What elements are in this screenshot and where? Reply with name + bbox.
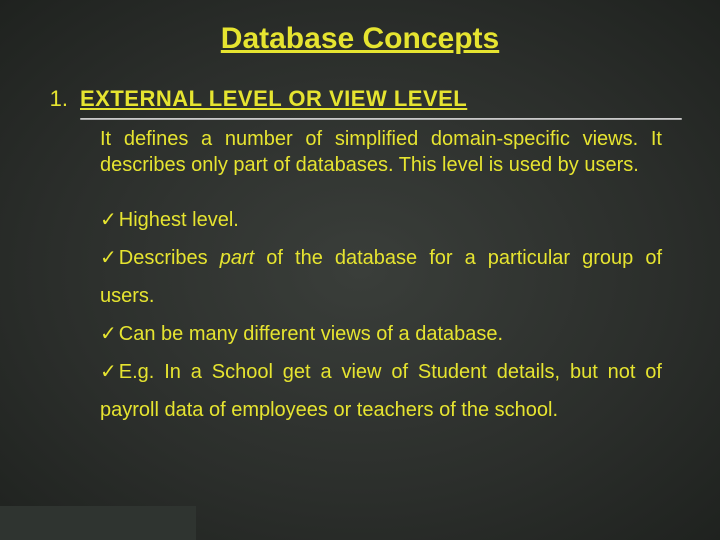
list-item: ✓Highest level. xyxy=(100,201,662,239)
check-icon: ✓ xyxy=(100,315,117,353)
check-icon: ✓ xyxy=(100,239,117,277)
bullet-text: Highest level. xyxy=(119,209,239,231)
heading-row: 1. EXTERNAL LEVEL OR VIEW LEVEL xyxy=(28,86,692,112)
section-description: It defines a number of simplified domain… xyxy=(100,126,662,179)
list-item: ✓Describes part of the database for a pa… xyxy=(100,239,662,315)
slide-title: Database Concepts xyxy=(0,0,720,56)
list-number: 1. xyxy=(28,86,68,112)
bullet-list: ✓Highest level. ✓Describes part of the d… xyxy=(100,201,662,429)
check-icon: ✓ xyxy=(100,353,117,391)
list-item: ✓E.g. In a School get a view of Student … xyxy=(100,353,662,429)
list-item: ✓Can be many different views of a databa… xyxy=(100,315,662,353)
section-heading: EXTERNAL LEVEL OR VIEW LEVEL xyxy=(80,86,467,112)
check-icon: ✓ xyxy=(100,201,117,239)
bullet-text: E.g. In a School get a view of Student d… xyxy=(100,361,662,421)
bottom-bar xyxy=(0,506,196,540)
bullet-text: Can be many different views of a databas… xyxy=(119,323,503,345)
bullet-text-italic: part xyxy=(220,247,254,269)
heading-underline xyxy=(80,118,682,120)
section: 1. EXTERNAL LEVEL OR VIEW LEVEL It defin… xyxy=(0,56,720,429)
bullet-text-pre: Describes xyxy=(119,247,220,269)
